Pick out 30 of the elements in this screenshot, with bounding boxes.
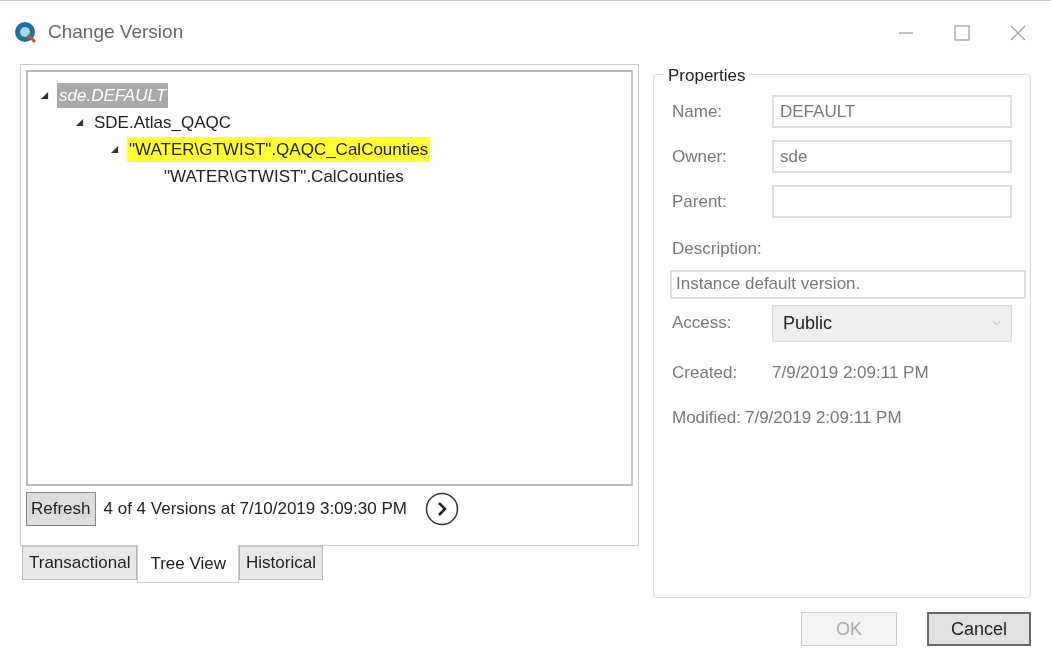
field-label: Modified: [672, 407, 741, 429]
expanded-triangle-icon[interactable] [75, 118, 84, 127]
tab[interactable]: Transactional [22, 546, 138, 580]
field-label: Owner: [672, 145, 728, 168]
description-field[interactable]: Instance default version. [670, 269, 1026, 299]
tab[interactable]: Historical [239, 546, 323, 580]
owner-field[interactable]: sde [772, 140, 1012, 173]
field-label: Parent: [672, 190, 728, 213]
tree-item[interactable]: SDE.Atlas_QAQC [92, 109, 233, 136]
modified-date: 7/9/2019 2:09:11 PM [745, 407, 902, 429]
field-label: Created: [672, 361, 739, 384]
version-count-text: 4 of 4 Versions at 7/10/2019 3:09:30 PM [103, 498, 407, 521]
expanded-triangle-icon[interactable] [40, 91, 49, 100]
parent-field[interactable] [772, 185, 1012, 218]
app-logo-icon [14, 20, 38, 45]
dropdown-caret-icon [992, 320, 1001, 326]
expanded-triangle-icon[interactable] [110, 145, 119, 154]
window-title: Change Version [48, 20, 184, 45]
tab[interactable]: Tree View [137, 545, 239, 583]
field-label: Name: [672, 100, 724, 123]
field-label: Access: [672, 312, 733, 335]
tree-item[interactable]: "WATER\GTWIST".QAQC_CalCounties [127, 136, 431, 163]
refresh-button[interactable]: Refresh [26, 492, 96, 526]
close-icon[interactable] [1009, 23, 1027, 42]
field-label: Description: [672, 238, 762, 260]
dialog-button[interactable]: Cancel [927, 612, 1031, 646]
tree-item[interactable]: "WATER\GTWIST".CalCounties [162, 163, 406, 190]
name-field[interactable]: DEFAULT [772, 95, 1012, 128]
access-dropdown[interactable]: Public [772, 304, 1012, 342]
created-date: 7/9/2019 2:09:11 PM [772, 361, 929, 384]
